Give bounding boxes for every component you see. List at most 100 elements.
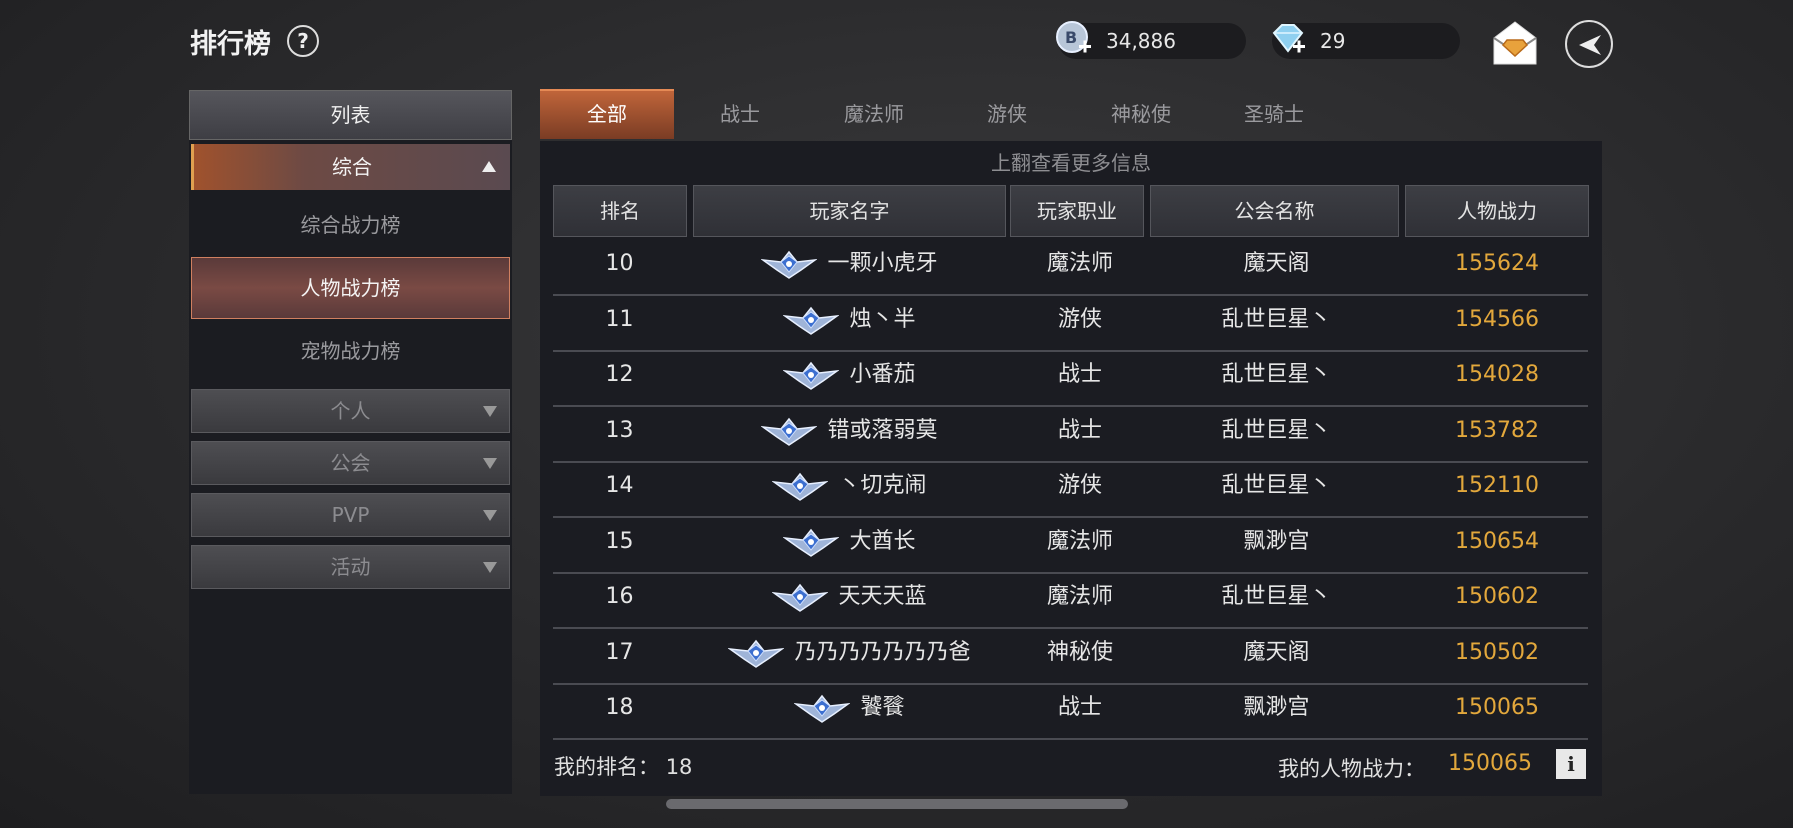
table-row[interactable]: 13 错或落弱莫 战士 乱世巨星丶 153782 [553, 406, 1588, 463]
ranking-panel: 上翻查看更多信息 排名 玩家名字 玩家职业 公会名称 人物战力 10 一颗小虎牙魔… [540, 141, 1602, 796]
player-name: 乃乃乃乃乃乃乃爸 [794, 639, 971, 665]
power-cell: 154028 [1455, 362, 1539, 387]
table-row[interactable]: 14 丶切克闹 游侠 乱世巨星丶 152110 [553, 461, 1588, 518]
guild-cell: 乱世巨星丶 [1221, 362, 1332, 387]
diamond-icon [1268, 19, 1308, 59]
sidebar-item-overall-power[interactable]: 综合战力榜 [191, 194, 510, 256]
power-cell: 150065 [1455, 695, 1539, 720]
player-name: 天天天蓝 [838, 584, 927, 609]
my-power-label: 我的人物战力： [1278, 757, 1425, 781]
svg-text:B: B [1065, 28, 1077, 47]
player-name: 小番茄 [849, 362, 916, 387]
player-name: 一颗小虎牙 [827, 251, 938, 276]
power-cell: 150502 [1455, 639, 1539, 665]
player-name-cell: 小番茄 [693, 350, 1006, 405]
rank-badge-icon [727, 637, 786, 669]
tab-mystic[interactable]: 神秘使 [1074, 89, 1208, 139]
guild-cell: 乱世巨星丶 [1221, 473, 1332, 498]
player-name-cell: 天天天蓝 [693, 572, 1006, 627]
guild-cell: 魔天阁 [1243, 251, 1310, 276]
guild-cell: 乱世巨星丶 [1221, 417, 1332, 443]
rank-cell: 16 [605, 584, 634, 609]
tab-mage[interactable]: 魔法师 [807, 89, 941, 139]
sidebar-item-pet-power[interactable]: 宠物战力榜 [191, 320, 510, 382]
table-row[interactable]: 11 烛丶半 游侠 乱世巨星丶 154566 [553, 295, 1588, 352]
my-rank-label: 我的排名： [554, 755, 659, 779]
guild-cell: 乱世巨星丶 [1221, 584, 1332, 609]
class-cell: 战士 [1057, 362, 1102, 387]
guild-cell: 飘渺宫 [1243, 695, 1310, 720]
column-header-guild: 公会名称 [1150, 185, 1399, 237]
sidebar-category-pvp[interactable]: PVP [191, 493, 510, 537]
table-row[interactable]: 18 饕餮 战士 飘渺宫 150065 [553, 683, 1588, 740]
class-cell: 游侠 [1057, 306, 1102, 332]
diamond-amount: 29 [1320, 29, 1346, 53]
sidebar-header: 列表 [189, 90, 512, 140]
player-name: 大酋长 [849, 528, 916, 554]
sidebar-item-character-power[interactable]: 人物战力榜 [191, 257, 510, 319]
mail-button[interactable] [1490, 18, 1540, 68]
tab-all[interactable]: 全部 [540, 89, 674, 139]
rank-badge-icon [782, 359, 841, 391]
sidebar-category-label: 个人 [330, 399, 371, 423]
player-name-cell: 一颗小虎牙 [693, 239, 1006, 294]
rank-cell: 10 [605, 251, 634, 276]
sidebar-category-overall[interactable]: 综合 [191, 144, 510, 190]
tab-warrior[interactable]: 战士 [673, 89, 807, 139]
column-header-rank: 排名 [553, 185, 687, 237]
player-name: 丶切克闹 [838, 473, 927, 498]
rank-cell: 11 [605, 306, 634, 332]
sidebar-category-label: 公会 [330, 451, 371, 475]
expand-arrow-icon [483, 458, 497, 469]
table-row[interactable]: 15 大酋长 魔法师 飘渺宫 150654 [553, 517, 1588, 574]
guild-cell: 魔天阁 [1243, 639, 1310, 665]
player-name-cell: 烛丶半 [693, 295, 1006, 350]
rank-cell: 13 [605, 417, 634, 443]
tab-paladin[interactable]: 圣骑士 [1207, 89, 1341, 139]
table-row[interactable]: 12 小番茄 战士 乱世巨星丶 154028 [553, 350, 1588, 407]
power-cell: 155624 [1455, 251, 1539, 276]
rank-badge-icon [782, 526, 841, 558]
my-power-value: 150065 [1448, 751, 1532, 776]
guild-cell: 飘渺宫 [1243, 528, 1310, 554]
player-name: 错或落弱莫 [827, 417, 938, 443]
table-row[interactable]: 16 天天天蓝 魔法师 乱世巨星丶 150602 [553, 572, 1588, 629]
help-button[interactable]: ? [287, 25, 319, 57]
gold-counter[interactable]: B 34,886 [1056, 21, 1246, 59]
my-rank: 我的排名： 18 [554, 751, 692, 781]
back-button[interactable] [1565, 20, 1613, 68]
tab-ranger[interactable]: 游侠 [940, 89, 1074, 139]
rank-badge-icon [760, 248, 819, 280]
info-button[interactable]: i [1556, 749, 1586, 779]
sidebar-category-guild[interactable]: 公会 [191, 441, 510, 485]
class-cell: 战士 [1057, 417, 1102, 443]
back-arrow-icon [1579, 35, 1601, 55]
sidebar-category-personal[interactable]: 个人 [191, 389, 510, 433]
sidebar-category-event[interactable]: 活动 [191, 545, 510, 589]
expand-arrow-icon [483, 406, 497, 417]
player-name-cell: 饕餮 [693, 683, 1006, 738]
rank-cell: 12 [605, 362, 634, 387]
class-cell: 战士 [1057, 695, 1102, 720]
rank-badge-icon [782, 304, 841, 336]
player-name: 饕餮 [860, 695, 905, 720]
gold-amount: 34,886 [1106, 29, 1176, 53]
column-header-player-name: 玩家名字 [693, 185, 1006, 237]
expand-arrow-icon [483, 510, 497, 521]
player-name-cell: 错或落弱莫 [693, 406, 1006, 461]
power-cell: 150654 [1455, 528, 1539, 554]
sidebar-category-label: PVP [331, 503, 370, 527]
rank-cell: 17 [605, 639, 634, 665]
sidebar-category-label: 综合 [332, 155, 372, 179]
rank-badge-icon [793, 692, 852, 724]
rank-cell: 18 [605, 695, 634, 720]
horizontal-scrollbar[interactable] [666, 799, 1128, 809]
page-title: 排行榜 [190, 29, 271, 60]
table-row[interactable]: 10 一颗小虎牙 魔法师 魔天阁 155624 [553, 239, 1588, 296]
table-row[interactable]: 17 乃乃乃乃乃乃乃爸 神秘使 魔天阁 150502 [553, 628, 1588, 685]
collapse-arrow-icon [482, 161, 496, 172]
scroll-hint: 上翻查看更多信息 [991, 151, 1151, 175]
player-name-cell: 乃乃乃乃乃乃乃爸 [693, 628, 1006, 683]
rank-badge-icon [771, 470, 830, 502]
diamond-counter[interactable]: 29 [1272, 23, 1460, 59]
